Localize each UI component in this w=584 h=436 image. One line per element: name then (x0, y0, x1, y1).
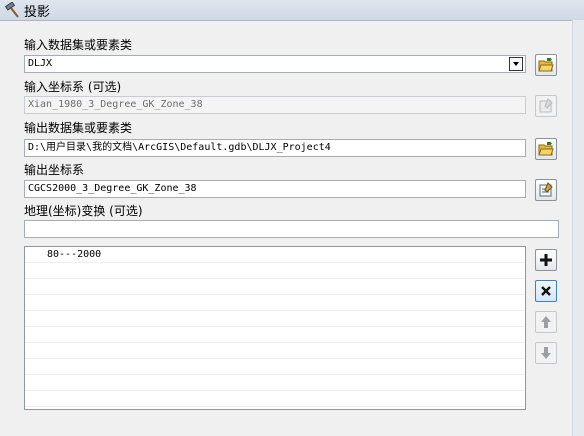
folder-open-icon (538, 57, 554, 72)
plus-icon (540, 254, 552, 266)
window-title: 投影 (24, 5, 51, 20)
output-dataset-label: 输出数据集或要素类 (24, 121, 133, 135)
output-crs-label: 输出坐标系 (24, 163, 85, 177)
add-transformation-button[interactable] (535, 249, 557, 271)
hammer-icon (4, 1, 20, 18)
list-item[interactable] (25, 263, 525, 279)
output-crs-field[interactable]: CGCS2000_3_Degree_GK_Zone_38 (24, 180, 526, 198)
list-item[interactable] (25, 295, 525, 311)
spatial-reference-properties-icon (539, 182, 553, 197)
list-item[interactable] (25, 279, 525, 295)
title-bar: 投影 (0, 0, 584, 21)
vertical-scrollbar[interactable] (572, 20, 584, 436)
arrow-down-icon (541, 347, 551, 359)
output-crs-properties-button[interactable] (535, 179, 557, 201)
x-icon (541, 286, 551, 296)
arrow-up-icon (541, 316, 551, 328)
input-crs-field: Xian_1980_3_Degree_GK_Zone_38 (24, 96, 526, 114)
move-down-button[interactable] (535, 342, 557, 364)
input-dataset-label: 输入数据集或要素类 (24, 38, 133, 52)
chevron-down-icon[interactable] (509, 57, 523, 71)
input-dataset-value: DLJX (28, 58, 53, 69)
list-item[interactable] (25, 375, 525, 391)
folder-open-icon (538, 141, 554, 156)
spatial-reference-properties-icon (539, 98, 553, 113)
geo-transform-field[interactable] (24, 220, 559, 238)
open-input-dataset-button[interactable] (535, 54, 557, 76)
list-item[interactable] (25, 343, 525, 359)
list-item[interactable] (25, 359, 525, 375)
list-item[interactable] (25, 391, 525, 407)
geo-transform-label: 地理(坐标)变换 (可选) (24, 204, 143, 218)
geo-transform-list[interactable]: 80---2000 (24, 246, 526, 410)
remove-transformation-button[interactable] (535, 280, 557, 302)
list-item[interactable] (25, 311, 525, 327)
input-dataset-combo[interactable]: DLJX (24, 55, 526, 73)
output-dataset-field[interactable]: D:\用户目录\我的文档\ArcGIS\Default.gdb\DLJX_Pro… (24, 139, 526, 157)
input-crs-label: 输入坐标系 (可选) (24, 80, 122, 94)
open-output-dataset-button[interactable] (535, 138, 557, 160)
move-up-button[interactable] (535, 311, 557, 333)
list-item[interactable]: 80---2000 (25, 247, 525, 263)
input-crs-properties-button (535, 95, 557, 117)
list-item[interactable] (25, 327, 525, 343)
